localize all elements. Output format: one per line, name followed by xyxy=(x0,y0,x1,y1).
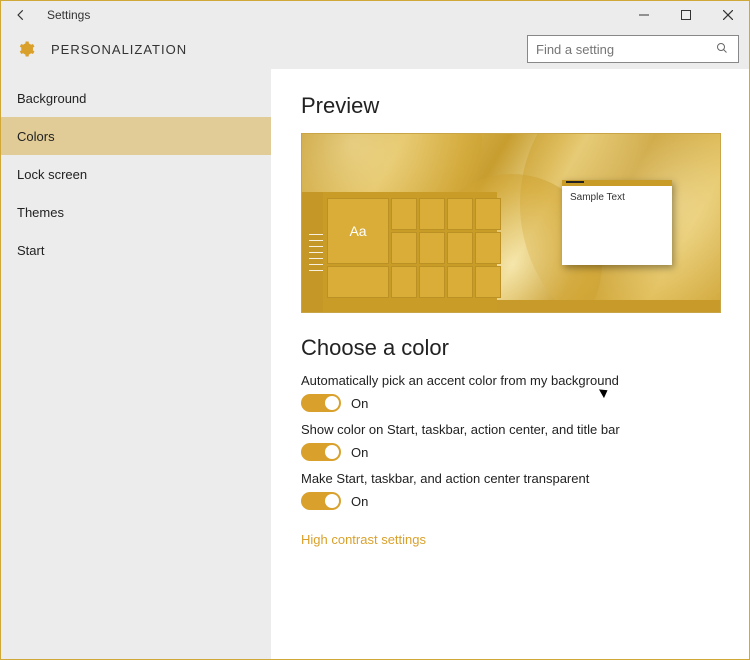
option-label: Show color on Start, taskbar, action cen… xyxy=(301,422,719,437)
content: Preview Aa xyxy=(271,69,749,659)
option-auto-accent: Automatically pick an accent color from … xyxy=(301,373,719,412)
toggle-show-color[interactable] xyxy=(301,443,341,461)
search-icon xyxy=(716,42,730,57)
toggle-state: On xyxy=(351,396,368,411)
toggle-state: On xyxy=(351,494,368,509)
header: PERSONALIZATION xyxy=(1,29,749,69)
option-show-color: Show color on Start, taskbar, action cen… xyxy=(301,422,719,461)
choose-color-heading: Choose a color xyxy=(301,335,719,361)
sidebar-item-colors[interactable]: Colors xyxy=(1,117,271,155)
preview-box: Aa Sample Text xyxy=(301,133,721,313)
preview-tile-aa: Aa xyxy=(327,198,389,264)
close-button[interactable] xyxy=(707,1,749,29)
high-contrast-link[interactable]: High contrast settings xyxy=(301,532,426,547)
sidebar-item-themes[interactable]: Themes xyxy=(1,193,271,231)
toggle-state: On xyxy=(351,445,368,460)
search-input[interactable] xyxy=(536,42,716,57)
back-button[interactable] xyxy=(1,1,41,29)
gear-icon xyxy=(15,38,37,60)
sidebar: Background Colors Lock screen Themes Sta… xyxy=(1,69,271,659)
sidebar-item-lock-screen[interactable]: Lock screen xyxy=(1,155,271,193)
option-label: Make Start, taskbar, and action center t… xyxy=(301,471,719,486)
sidebar-item-start[interactable]: Start xyxy=(1,231,271,269)
option-label: Automatically pick an accent color from … xyxy=(301,373,719,388)
body: Background Colors Lock screen Themes Sta… xyxy=(1,69,749,659)
option-transparent: Make Start, taskbar, and action center t… xyxy=(301,471,719,510)
window-title: Settings xyxy=(47,8,623,22)
maximize-button[interactable] xyxy=(665,1,707,29)
preview-start-panel: Aa xyxy=(302,192,497,312)
sidebar-item-background[interactable]: Background xyxy=(1,79,271,117)
titlebar: Settings xyxy=(1,1,749,29)
page-title: PERSONALIZATION xyxy=(51,42,187,57)
settings-window: Settings PERSONALIZATION Background Colo… xyxy=(0,0,750,660)
toggle-transparent[interactable] xyxy=(301,492,341,510)
search-box[interactable] xyxy=(527,35,739,63)
preview-tiles: Aa xyxy=(323,192,505,312)
preview-heading: Preview xyxy=(301,93,719,119)
preview-sample-window: Sample Text xyxy=(562,180,672,265)
minimize-button[interactable] xyxy=(623,1,665,29)
toggle-auto-accent[interactable] xyxy=(301,394,341,412)
preview-sample-text: Sample Text xyxy=(570,192,625,203)
